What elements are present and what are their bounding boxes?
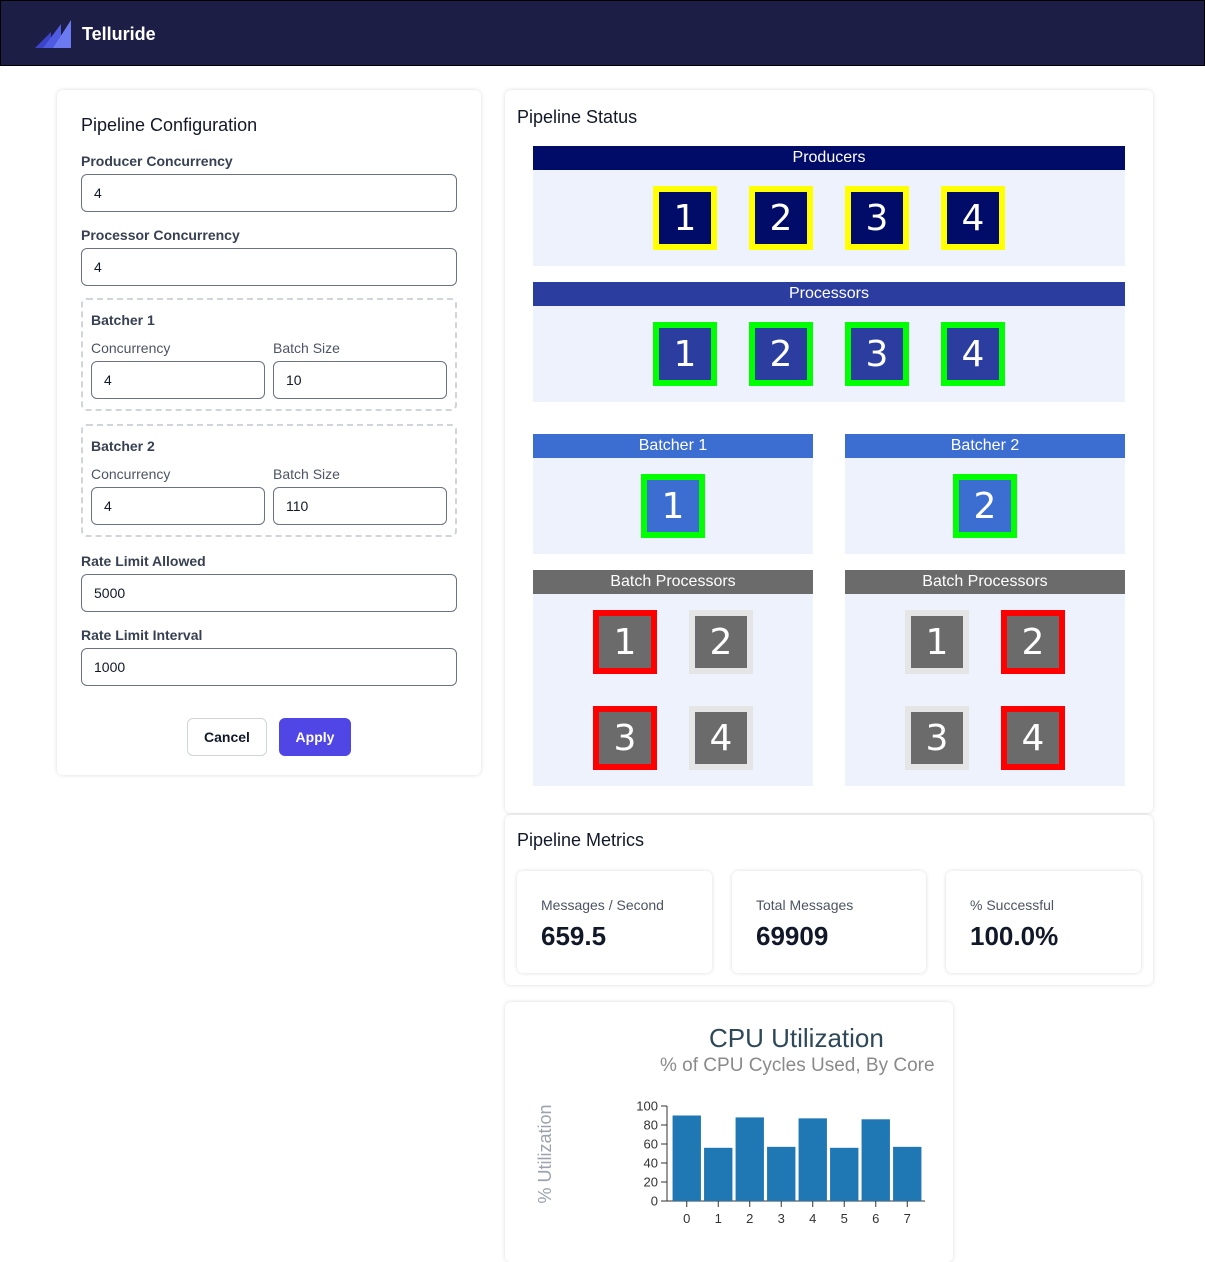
x-tick-label: 0 — [683, 1211, 690, 1226]
batcher-1-header: Batcher 1 — [533, 434, 813, 458]
rate-limit-allowed-label: Rate Limit Allowed — [81, 553, 206, 569]
batcher-1-title: Batcher 1 — [91, 312, 155, 328]
cpu-utilization-card: CPU Utilization % of CPU Cycles Used, By… — [505, 1002, 953, 1262]
processor-worker-3: 3 — [845, 322, 909, 386]
producer-worker-4: 4 — [941, 186, 1005, 250]
batcher-2-batch-size-label: Batch Size — [273, 466, 340, 482]
x-tick-label: 5 — [841, 1211, 848, 1226]
producers-header: Producers — [533, 146, 1125, 170]
metric-messages-per-second: Messages / Second 659.5 — [517, 871, 712, 973]
metric-value: 659.5 — [541, 921, 607, 951]
processor-worker-2: 2 — [749, 322, 813, 386]
y-tick-label: 80 — [644, 1118, 658, 1133]
batcher-1-concurrency-label: Concurrency — [91, 340, 171, 356]
status-title: Pipeline Status — [517, 107, 638, 127]
y-tick-label: 100 — [636, 1099, 658, 1114]
batcher-2-concurrency-input[interactable]: 4 — [91, 487, 265, 525]
x-tick-label: 7 — [904, 1211, 911, 1226]
batcher-2-fieldset: Batcher 2 Concurrency 4 Batch Size 110 — [81, 424, 457, 537]
top-nav-bar: Telluride — [0, 0, 1205, 66]
y-tick-label: 0 — [651, 1194, 658, 1209]
bar-core-4 — [798, 1118, 827, 1201]
processor-worker-1: 1 — [653, 322, 717, 386]
metric-label: Total Messages — [756, 897, 854, 913]
bar-core-5 — [830, 1147, 859, 1201]
batch-processor-1-worker-4: 4 — [689, 706, 753, 770]
x-tick-label: 2 — [746, 1211, 753, 1226]
metric-label: Messages / Second — [541, 897, 664, 913]
batcher-1-batch-size-input[interactable]: 10 — [273, 361, 447, 399]
producer-worker-3: 3 — [845, 186, 909, 250]
batcher-1-concurrency-input[interactable]: 4 — [91, 361, 265, 399]
metric-value: 100.0% — [970, 921, 1059, 951]
bar-core-6 — [861, 1119, 890, 1201]
producer-concurrency-label: Producer Concurrency — [81, 153, 233, 169]
batch-processors-2-panel: 1 2 3 4 — [845, 594, 1125, 786]
batch-processor-2-worker-3: 3 — [905, 706, 969, 770]
bar-core-3 — [767, 1146, 796, 1201]
batcher-2-header: Batcher 2 — [845, 434, 1125, 458]
rate-limit-interval-label: Rate Limit Interval — [81, 627, 203, 643]
x-tick-label: 4 — [809, 1211, 816, 1226]
bar-core-0 — [672, 1115, 701, 1201]
batcher-2-title: Batcher 2 — [91, 438, 155, 454]
batch-processor-2-worker-4: 4 — [1001, 706, 1065, 770]
batch-processor-2-worker-2: 2 — [1001, 610, 1065, 674]
pipeline-metrics-card: Pipeline Metrics Messages / Second 659.5… — [505, 815, 1153, 985]
batcher-1-batch-size-label: Batch Size — [273, 340, 340, 356]
y-tick-label: 40 — [644, 1156, 658, 1171]
batch-processor-1-worker-3: 3 — [593, 706, 657, 770]
processor-concurrency-label: Processor Concurrency — [81, 227, 240, 243]
producer-worker-2: 2 — [749, 186, 813, 250]
pipeline-configuration-card: Pipeline Configuration Producer Concurre… — [57, 90, 481, 775]
processors-header: Processors — [533, 282, 1125, 306]
x-tick-label: 1 — [715, 1211, 722, 1226]
batch-processors-2-header: Batch Processors — [845, 570, 1125, 594]
rate-limit-allowed-input[interactable]: 5000 — [81, 574, 457, 612]
apply-button[interactable]: Apply — [279, 718, 351, 756]
batcher-1-fieldset: Batcher 1 Concurrency 4 Batch Size 10 — [81, 298, 457, 411]
x-tick-label: 6 — [872, 1211, 879, 1226]
producer-worker-1: 1 — [653, 186, 717, 250]
batch-processors-1-panel: 1 2 3 4 — [533, 594, 813, 786]
batch-processors-1-header: Batch Processors — [533, 570, 813, 594]
pipeline-status-card: Pipeline Status Producers 1 2 3 4 Proces… — [505, 90, 1153, 813]
metric-label: % Successful — [970, 897, 1055, 913]
metric-percent-successful: % Successful 100.0% — [946, 871, 1141, 973]
batcher-1-panel: 1 — [533, 458, 813, 554]
batcher-2-worker: 2 — [953, 474, 1017, 538]
batcher-2-batch-size-input[interactable]: 110 — [273, 487, 447, 525]
metrics-title: Pipeline Metrics — [517, 830, 645, 850]
metric-value: 69909 — [756, 921, 829, 951]
config-title: Pipeline Configuration — [81, 115, 258, 135]
batch-processor-2-worker-1: 1 — [905, 610, 969, 674]
batch-processor-1-worker-2: 2 — [689, 610, 753, 674]
y-tick-label: 60 — [644, 1137, 658, 1152]
bar-core-1 — [704, 1147, 733, 1201]
batch-processor-1-worker-1: 1 — [593, 610, 657, 674]
processor-concurrency-input[interactable]: 4 — [81, 248, 457, 286]
plot-area: 0 20 40 60 80 100 0 1 2 3 4 5 6 7 — [636, 1099, 925, 1226]
metric-total-messages: Total Messages 69909 — [732, 871, 926, 973]
processors-panel: 1 2 3 4 — [533, 306, 1125, 402]
cpu-utilization-chart: % Utilization 0 20 40 60 80 100 0 1 2 3 4 5 6 7 — [535, 1099, 925, 1226]
bar-core-2 — [735, 1117, 764, 1201]
cancel-button[interactable]: Cancel — [187, 718, 267, 756]
batcher-2-panel: 2 — [845, 458, 1125, 554]
producer-concurrency-input[interactable]: 4 — [81, 174, 457, 212]
bar-core-7 — [893, 1146, 922, 1201]
batcher-2-concurrency-label: Concurrency — [91, 466, 171, 482]
rate-limit-interval-input[interactable]: 1000 — [81, 648, 457, 686]
telluride-logo-icon — [35, 20, 71, 48]
producers-panel: 1 2 3 4 — [533, 170, 1125, 266]
batcher-1-worker: 1 — [641, 474, 705, 538]
brand-name[interactable]: Telluride — [82, 24, 156, 45]
y-axis-title: % Utilization — [535, 1104, 555, 1203]
x-tick-label: 3 — [778, 1211, 785, 1226]
y-tick-label: 20 — [644, 1175, 658, 1190]
processor-worker-4: 4 — [941, 322, 1005, 386]
